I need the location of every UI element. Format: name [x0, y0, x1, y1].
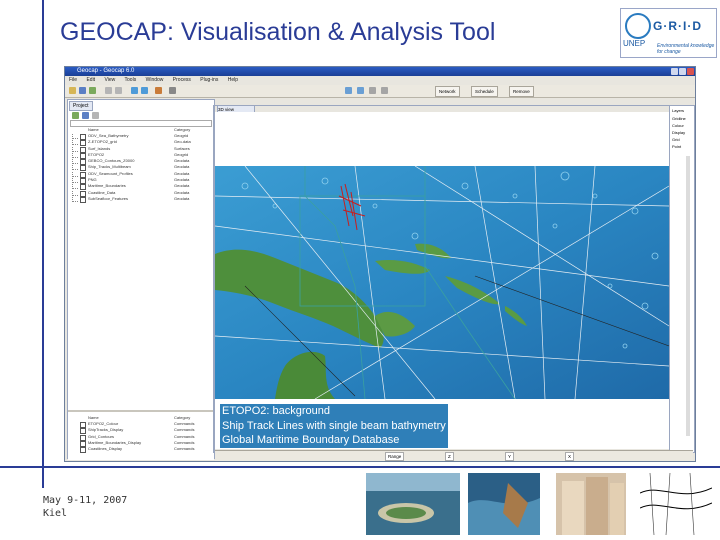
logo-grid-text: G·R·I·D — [653, 19, 702, 33]
right-item-display[interactable]: Display — [672, 130, 685, 135]
layer-list: ODV_Sea_Bathymetry Geogrid Z-ETOPO2_grid Ge… — [70, 133, 210, 203]
close-icon[interactable] — [687, 68, 694, 75]
layer-row[interactable]: SubSeafloor_Features Geodata — [70, 195, 210, 203]
slide-title: GEOCAP: Visualisation & Analysis Tool — [60, 18, 496, 46]
tab-project[interactable]: Project — [69, 101, 93, 111]
legend-etopo2: ETOPO2: background — [222, 405, 331, 417]
tree-connector — [72, 190, 78, 196]
rotate-icon[interactable] — [357, 87, 364, 94]
menu-process[interactable]: Process — [173, 77, 191, 83]
select-icon[interactable] — [169, 87, 176, 94]
command-row[interactable]: Coastlines_Display Commands — [70, 446, 210, 454]
menu-tools[interactable]: Tools — [125, 77, 137, 83]
status-z: Z — [445, 452, 454, 461]
legend-maritime-boundaries: Global Maritime Boundary Database — [222, 434, 400, 446]
right-scrollbar[interactable] — [686, 156, 690, 436]
footer-location: Kiel — [43, 508, 68, 519]
network-button[interactable]: Network — [435, 86, 460, 97]
layer-name: SubSeafloor_Features — [88, 195, 129, 201]
slide-vertical-rule — [42, 0, 44, 488]
app-toolbar: Network Schedule Remove — [65, 85, 695, 98]
status-x: X — [565, 452, 575, 461]
light-icon[interactable] — [381, 87, 388, 94]
right-item-layers[interactable]: Layers — [672, 108, 684, 113]
map-legend: ETOPO2: background Ship Track Lines with… — [220, 404, 448, 448]
zoom-out-icon[interactable] — [141, 87, 148, 94]
command-category: Commands — [174, 446, 195, 452]
menu-view[interactable]: View — [104, 77, 115, 83]
schedule-button[interactable]: Schedule — [471, 86, 498, 97]
tree-connector — [72, 159, 78, 165]
open-icon[interactable] — [69, 87, 76, 94]
layer-visibility-checkbox[interactable] — [80, 196, 86, 203]
coral-island-image — [366, 473, 460, 535]
tree-connector — [72, 165, 78, 171]
status-y: Y — [505, 452, 515, 461]
copy-icon[interactable] — [115, 87, 122, 94]
minimize-icon[interactable] — [671, 68, 678, 75]
layer-properties-icon[interactable] — [82, 112, 89, 119]
menu-window[interactable]: Window — [146, 77, 164, 83]
un-globe-icon — [625, 13, 651, 39]
status-range: Range — [385, 452, 405, 461]
properties-panel: Layers Gridline Colour Display Grid Poin… — [669, 105, 695, 453]
right-item-gridline[interactable]: Gridline — [672, 116, 686, 121]
layers-header-name: Name — [88, 127, 99, 132]
right-item-point[interactable]: Point — [672, 144, 681, 149]
logo-unep-text: UNEP — [623, 39, 646, 48]
slide-horizontal-rule — [0, 466, 720, 468]
legend-ship-tracks: Ship Track Lines with single beam bathym… — [222, 419, 446, 432]
menu-plugins[interactable]: Plug-ins — [200, 77, 218, 83]
command-list: ETOPO2_Colour Commands ShipTracks_Display C… — [70, 421, 210, 454]
menu-edit[interactable]: Edit — [86, 77, 95, 83]
pan-icon[interactable] — [155, 87, 162, 94]
slide-footer: May 9-11, 2007 Kiel — [43, 494, 127, 520]
app-window-title: Geocap - Geocap 6.0 — [77, 68, 135, 74]
app-menu-bar: File Edit View Tools Window Process Plug… — [65, 76, 695, 84]
tree-connector — [72, 152, 78, 158]
tree-connector — [72, 146, 78, 152]
save-icon[interactable] — [79, 87, 86, 94]
geocap-app-window: Geocap - Geocap 6.0 File Edit View Tools… — [64, 66, 696, 462]
new-layer-icon[interactable] — [72, 112, 79, 119]
right-item-colour[interactable]: Colour — [672, 123, 684, 128]
tree-connector — [72, 171, 78, 177]
zoom-in-icon[interactable] — [131, 87, 138, 94]
right-item-grid[interactable]: Grid — [672, 137, 680, 142]
status-bar: Range Z Y X — [215, 450, 693, 461]
commands-pane: Name Category ETOPO2_Colour Commands ShipT… — [68, 410, 214, 460]
bathymetry-map — [215, 166, 669, 399]
layers-header-category: Category — [174, 127, 191, 132]
maximize-icon[interactable] — [679, 68, 686, 75]
commands-header-category: Category — [174, 415, 191, 420]
cut-icon[interactable] — [105, 87, 112, 94]
footer-date: May 9-11, 2007 — [43, 495, 128, 506]
sediment-core-image — [556, 473, 626, 535]
layer-category: Geodata — [174, 195, 190, 201]
tree-connector — [72, 196, 78, 202]
project-panel: Project Name Category ODV_Sea_Bathymetry… — [67, 99, 215, 460]
refresh-icon[interactable] — [89, 87, 96, 94]
project-filter-input[interactable] — [70, 120, 212, 127]
grid-arendal-logo: G·R·I·D UNEP Environmental knowledge for… — [620, 8, 717, 58]
map-view[interactable] — [215, 166, 669, 399]
app-title-bar: Geocap - Geocap 6.0 — [65, 67, 695, 76]
tree-connector — [72, 184, 78, 190]
tree-connector — [72, 140, 78, 146]
delete-layer-icon[interactable] — [92, 112, 99, 119]
logo-tagline: Environmental knowledge for change — [657, 43, 715, 55]
remove-button[interactable]: Remove — [509, 86, 534, 97]
tree-connector — [72, 178, 78, 184]
map-blank-area — [215, 112, 669, 166]
view-icon[interactable] — [345, 87, 352, 94]
seafloor-3d-image — [468, 473, 540, 535]
menu-file[interactable]: File — [69, 77, 77, 83]
command-checkbox[interactable] — [80, 447, 86, 454]
grid-icon[interactable] — [369, 87, 376, 94]
command-name: Coastlines_Display — [88, 446, 123, 452]
menu-help[interactable]: Help — [228, 77, 238, 83]
commands-header-name: Name — [88, 415, 99, 420]
seismic-profile-image — [640, 473, 712, 535]
tree-connector — [72, 134, 78, 139]
